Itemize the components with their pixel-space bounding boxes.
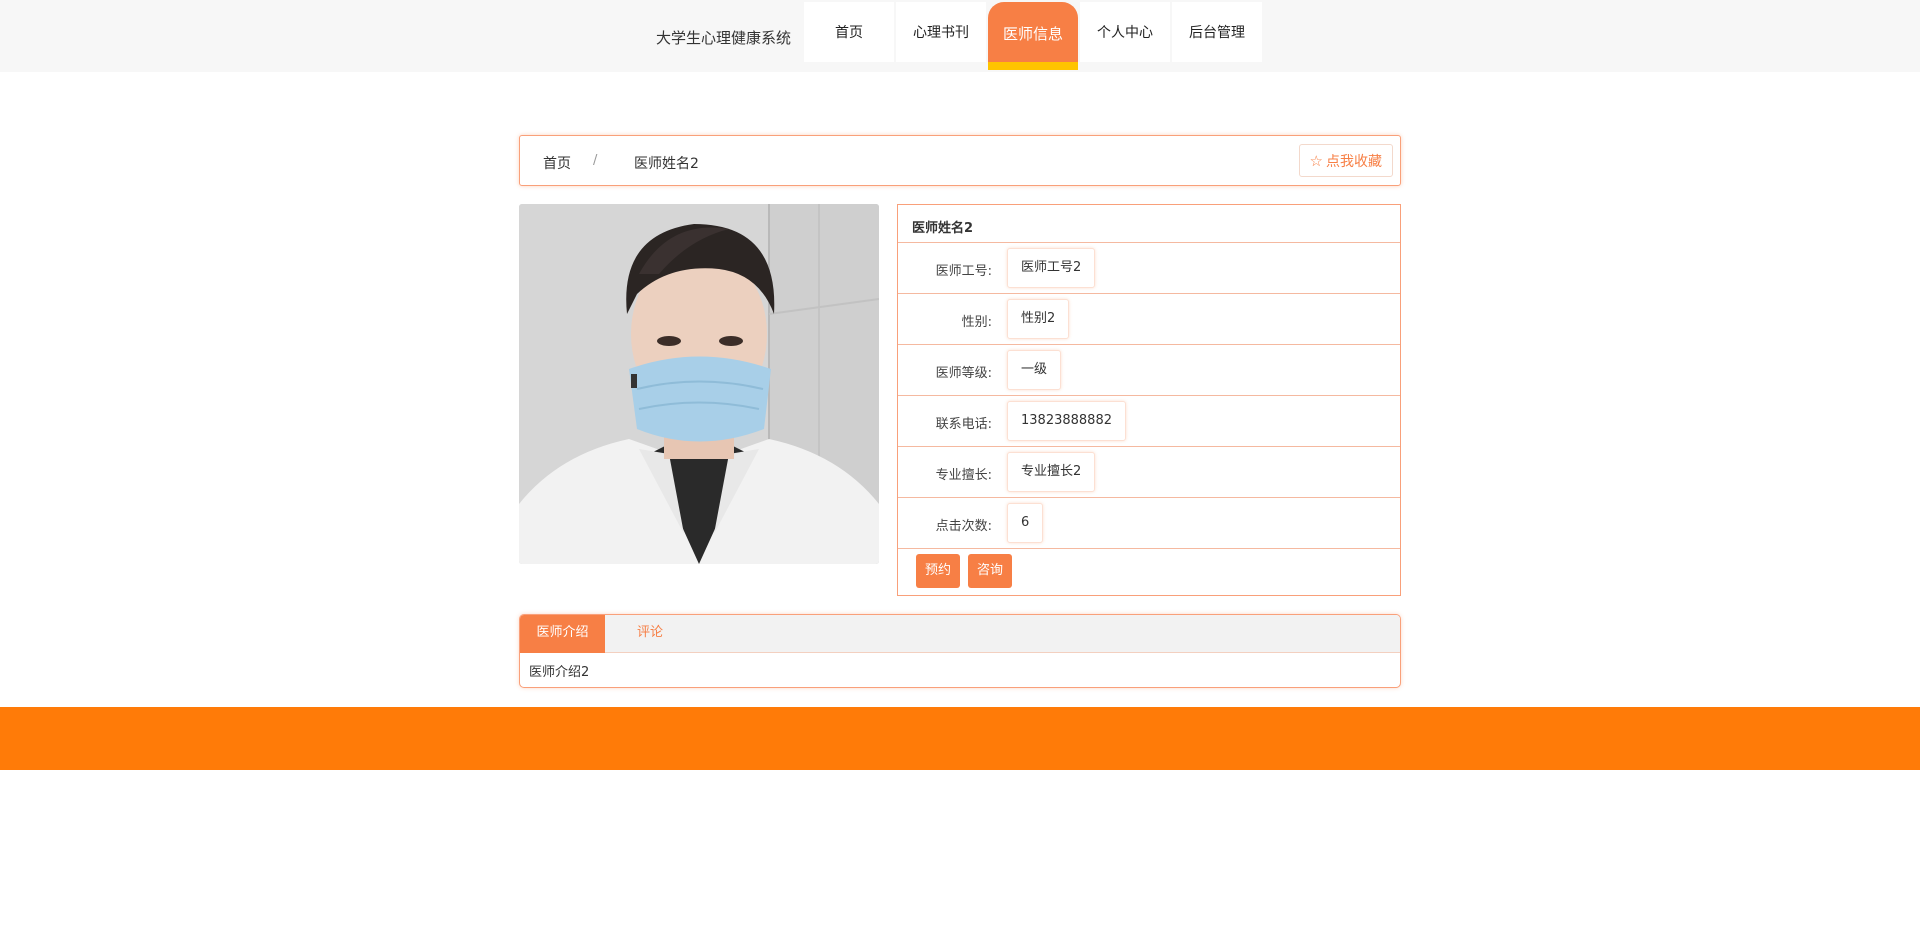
info-value: 医师工号2: [1007, 248, 1096, 288]
tab-comments[interactable]: 评论: [605, 615, 695, 653]
info-row-specialty: 专业擅长: 专业擅长2: [898, 447, 1400, 498]
info-label: 性别:: [961, 315, 992, 330]
nav-item-doctors[interactable]: 医师信息: [988, 2, 1078, 70]
info-value: 13823888882: [1007, 401, 1126, 441]
doctor-photo: [519, 204, 879, 564]
info-label: 联系电话:: [935, 417, 992, 432]
main-nav: 首页 心理书刊 医师信息 个人中心 后台管理: [804, 2, 1264, 70]
action-row: 预约 咨询: [898, 549, 1400, 594]
info-value: 性别2: [1007, 299, 1070, 339]
detail-tabs: 医师介绍 评论 医师介绍2: [519, 614, 1401, 688]
breadcrumb: 首页 / 医师姓名2 ☆ 点我收藏: [519, 135, 1401, 186]
info-value: 6: [1007, 503, 1044, 543]
tab-bar: 医师介绍 评论: [520, 615, 1400, 653]
breadcrumb-current: 医师姓名2: [634, 156, 699, 172]
footer: [0, 707, 1920, 770]
info-value: 一级: [1007, 350, 1062, 390]
info-label: 医师工号:: [935, 264, 992, 279]
favorite-label: 点我收藏: [1326, 153, 1382, 170]
favorite-button[interactable]: ☆ 点我收藏: [1298, 144, 1393, 177]
consult-button[interactable]: 咨询: [968, 554, 1013, 588]
info-row-level: 医师等级: 一级: [898, 345, 1400, 396]
info-label: 医师等级:: [935, 366, 992, 381]
book-button[interactable]: 预约: [916, 554, 961, 588]
nav-item-profile[interactable]: 个人中心: [1080, 2, 1170, 62]
info-row-gender: 性别: 性别2: [898, 294, 1400, 345]
info-row-click-count: 点击次数: 6: [898, 498, 1400, 549]
nav-item-books[interactable]: 心理书刊: [896, 2, 986, 62]
tab-doctor-intro[interactable]: 医师介绍: [520, 615, 605, 653]
top-navigation-bar: 大学生心理健康系统 首页 心理书刊 医师信息 个人中心 后台管理: [0, 0, 1920, 72]
tab-content: 医师介绍2: [529, 665, 590, 680]
info-label: 点击次数:: [935, 519, 992, 534]
info-row-employee-id: 医师工号: 医师工号2: [898, 243, 1400, 294]
info-label: 专业擅长:: [935, 468, 992, 483]
star-icon: ☆: [1309, 151, 1323, 170]
nav-item-home[interactable]: 首页: [804, 2, 894, 62]
doctor-info-table: 医师姓名2 医师工号: 医师工号2 性别: 性别2 医师等级: 一级 联系电话:…: [897, 204, 1401, 596]
doctor-name: 医师姓名2: [898, 205, 1400, 243]
site-title: 大学生心理健康系统: [656, 29, 792, 47]
nav-item-admin[interactable]: 后台管理: [1172, 2, 1262, 62]
info-value: 专业擅长2: [1007, 452, 1096, 492]
doctor-portrait-image: [519, 204, 879, 564]
breadcrumb-home-link[interactable]: 首页: [543, 153, 571, 173]
breadcrumb-separator: /: [593, 153, 598, 168]
info-row-phone: 联系电话: 13823888882: [898, 396, 1400, 447]
